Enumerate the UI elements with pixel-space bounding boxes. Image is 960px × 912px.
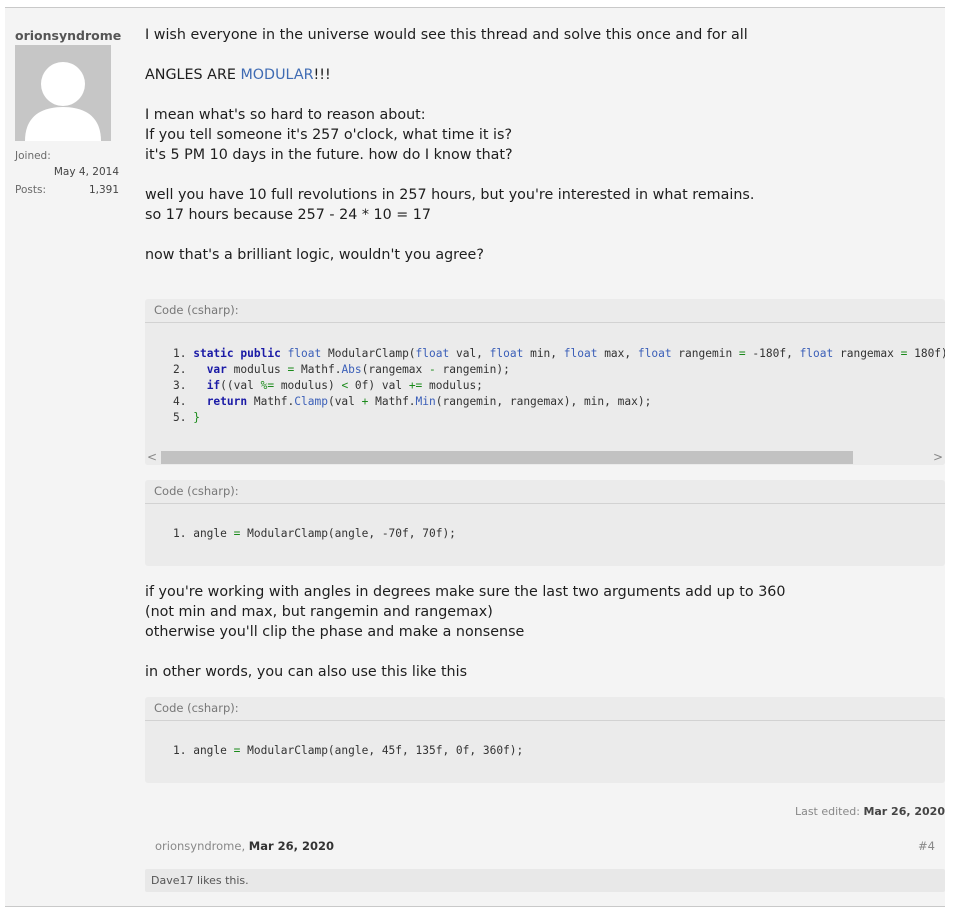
code-header: Code (csharp): [145, 299, 945, 323]
code-line: 4. return Mathf.Clamp(val + Mathf.Min(ra… [173, 395, 652, 408]
footer-date-link[interactable]: Mar 26, 2020 [249, 839, 334, 853]
scrollbar-thumb[interactable] [161, 451, 853, 464]
last-edited-label: Last edited: [794, 805, 864, 818]
message-line: I wish everyone in the universe would se… [145, 27, 748, 43]
last-edited: Last edited: Mar 26, 2020 [795, 805, 945, 818]
message-line: in other words, you can also use this li… [145, 664, 468, 680]
code-block: Code (csharp): 1. angle = ModularClamp(a… [145, 697, 945, 783]
code-header: Code (csharp): [145, 480, 945, 504]
scroll-left-icon[interactable]: < [145, 449, 159, 465]
joined-value: May 4, 2014 [53, 166, 119, 178]
message-line: If you tell someone it's 257 o'clock, wh… [145, 127, 513, 143]
code-line: 2. var modulus = Mathf.Abs(rangemax - ra… [173, 363, 510, 376]
message-line: now that's a brilliant logic, wouldn't y… [145, 247, 484, 263]
code-line: 3. if((val %= modulus) < 0f) val += modu… [173, 379, 483, 392]
message-line: if you're working with angles in degrees… [145, 584, 786, 600]
message-line: so 17 hours because 257 - 24 * 10 = 17 [145, 207, 431, 223]
text-span: !!! [313, 67, 331, 83]
last-edited-date: Mar 26, 2020 [863, 805, 945, 818]
joined-label: Joined: [15, 150, 51, 162]
code-block: Code (csharp): 1. angle = ModularClamp(a… [145, 480, 945, 566]
post-footer: orionsyndrome, Mar 26, 2020 [155, 839, 334, 853]
username-link[interactable]: orionsyndrome [15, 28, 121, 43]
code-line: 1. static public float ModularClamp(floa… [173, 347, 945, 360]
footer-author-link[interactable]: orionsyndrome [155, 839, 241, 853]
footer-separator: , [241, 839, 249, 853]
code-line: 5. } [173, 411, 200, 424]
posts-value: 1,391 [88, 184, 119, 196]
default-user-avatar-icon[interactable] [15, 45, 111, 141]
code-line: 1. angle = ModularClamp(angle, 45f, 135f… [173, 744, 524, 757]
message-line: otherwise you'll clip the phase and make… [145, 624, 525, 640]
modular-link[interactable]: MODULAR [240, 67, 313, 83]
text-span: ANGLES ARE [145, 67, 241, 83]
message-line: (not min and max, but rangemin and range… [145, 604, 493, 620]
code-header: Code (csharp): [145, 697, 945, 721]
code-block: Code (csharp): 1. static public float Mo… [145, 299, 945, 465]
message-body-continued: if you're working with angles in degrees… [145, 582, 945, 682]
message-line: ANGLES ARE MODULAR!!! [145, 65, 945, 85]
post-number-link[interactable]: #4 [918, 839, 935, 853]
horizontal-scrollbar[interactable]: < > [145, 449, 945, 465]
message-line: it's 5 PM 10 days in the future. how do … [145, 147, 513, 163]
code-line: 1. angle = ModularClamp(angle, -70f, 70f… [173, 527, 456, 540]
forum-post: orionsyndrome Joined: May 4, 2014 Posts:… [5, 7, 945, 907]
message-body: I wish everyone in the universe would se… [145, 25, 945, 265]
code-content[interactable]: 1. static public float ModularClamp(floa… [145, 323, 945, 426]
likes-bar[interactable]: Dave17 likes this. [145, 869, 945, 892]
code-content[interactable]: 1. angle = ModularClamp(angle, -70f, 70f… [145, 504, 945, 542]
message-line: I mean what's so hard to reason about: [145, 107, 426, 123]
code-content[interactable]: 1. angle = ModularClamp(angle, 45f, 135f… [145, 721, 945, 759]
message-line: well you have 10 full revolutions in 257… [145, 187, 755, 203]
scroll-right-icon[interactable]: > [931, 449, 945, 465]
